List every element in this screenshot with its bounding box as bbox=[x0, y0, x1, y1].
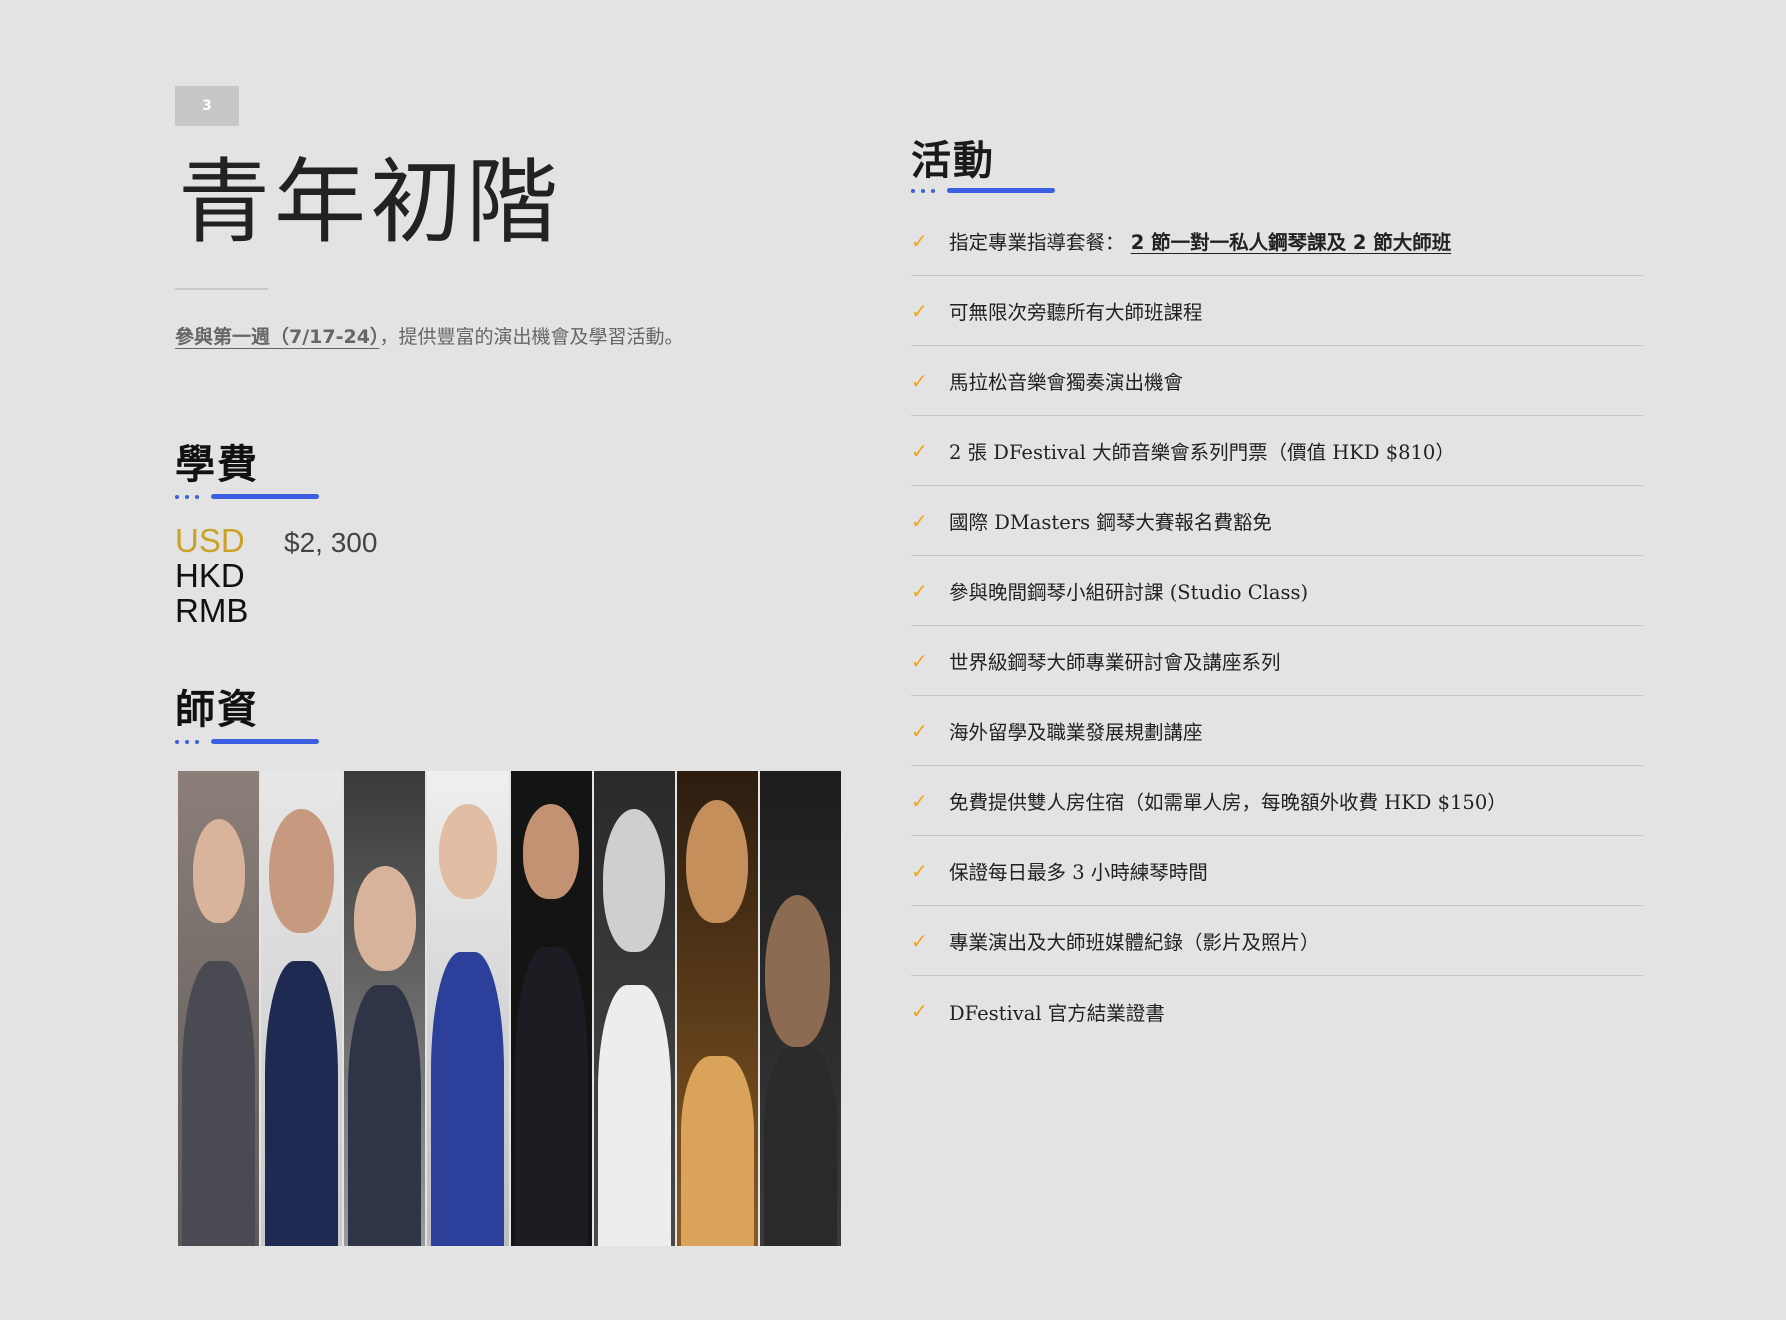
fee-row-rmb: RMB bbox=[175, 592, 377, 629]
list-item: ✓ 2 張 DFestival 大師音樂會系列門票（價值 HKD $810） bbox=[911, 416, 1643, 486]
faculty-portrait-6 bbox=[593, 771, 675, 1246]
list-item: ✓ 世界級鋼琴大師專業研討會及講座系列 bbox=[911, 626, 1643, 696]
list-item: ✓ 馬拉松音樂會獨奏演出機會 bbox=[911, 346, 1643, 416]
activity-text: 2 張 DFestival 大師音樂會系列門票（價值 HKD $810） bbox=[949, 441, 1455, 464]
activity-text: 專業演出及大師班媒體紀錄（影片及照片） bbox=[949, 931, 1320, 954]
faculty-portrait-8 bbox=[759, 771, 841, 1246]
list-item: ✓ 可無限次旁聽所有大師班課程 bbox=[911, 276, 1643, 346]
activity-text: 海外留學及職業發展規劃講座 bbox=[949, 721, 1203, 744]
list-item: ✓ 參與晚間鋼琴小組研討課 (Studio Class) bbox=[911, 556, 1643, 626]
subtitle-text: ，提供豐富的演出機會及學習活動。 bbox=[379, 326, 684, 348]
currency-usd: USD bbox=[175, 522, 245, 559]
activity-text: 指定專業指導套餐： 2 節一對一私人鋼琴課及 2 節大師班 bbox=[949, 231, 1452, 254]
list-item: ✓ 國際 DMasters 鋼琴大賽報名費豁免 bbox=[911, 486, 1643, 556]
fee-table: USD $2, 300 HKD RMB bbox=[175, 522, 378, 629]
week-link[interactable]: 參與第一週（7/17-24） bbox=[175, 326, 379, 348]
check-icon: ✓ bbox=[911, 648, 928, 673]
activities-heading-underline bbox=[911, 188, 1055, 194]
activity-text: 保證每日最多 3 小時練琴時間 bbox=[949, 861, 1208, 884]
faculty-portrait-4 bbox=[427, 771, 509, 1246]
check-icon: ✓ bbox=[911, 508, 928, 533]
list-item: ✓ 免費提供雙人房住宿（如需單人房，每晚額外收費 HKD $150） bbox=[911, 766, 1643, 836]
faculty-heading-underline bbox=[175, 739, 319, 745]
activity-text: 國際 DMasters 鋼琴大賽報名費豁免 bbox=[949, 511, 1272, 534]
faculty-heading: 師資 bbox=[175, 687, 259, 733]
fee-row-hkd: HKD bbox=[175, 557, 377, 594]
page-number-badge: 3 bbox=[175, 86, 239, 126]
check-icon: ✓ bbox=[911, 228, 928, 253]
page-title: 青年初階 bbox=[178, 149, 563, 256]
faculty-portraits bbox=[178, 771, 841, 1246]
activity-text: 參與晚間鋼琴小組研討課 (Studio Class) bbox=[949, 581, 1309, 604]
activity-text: 馬拉松音樂會獨奏演出機會 bbox=[949, 371, 1184, 394]
activity-text: 免費提供雙人房住宿（如需單人房，每晚額外收費 HKD $150） bbox=[949, 791, 1507, 814]
faculty-portrait-7 bbox=[676, 771, 758, 1246]
faculty-portrait-2 bbox=[261, 771, 343, 1246]
faculty-portrait-5 bbox=[510, 771, 592, 1246]
check-icon: ✓ bbox=[911, 368, 928, 393]
check-icon: ✓ bbox=[911, 999, 928, 1023]
fee-row-usd: USD $2, 300 bbox=[175, 522, 378, 559]
check-icon: ✓ bbox=[911, 578, 928, 603]
check-icon: ✓ bbox=[911, 298, 928, 323]
faculty-portrait-1 bbox=[178, 771, 260, 1246]
fees-heading-underline bbox=[175, 494, 319, 500]
check-icon: ✓ bbox=[911, 788, 928, 813]
list-item: ✓ 專業演出及大師班媒體紀錄（影片及照片） bbox=[911, 906, 1643, 976]
title-divider bbox=[175, 288, 268, 290]
list-item: ✓ DFestival 官方結業證書 bbox=[911, 976, 1643, 1046]
faculty-portrait-3 bbox=[344, 771, 426, 1246]
activity-text: 可無限次旁聽所有大師班課程 bbox=[949, 301, 1203, 324]
amount-usd: $2, 300 bbox=[284, 527, 378, 558]
activities-heading: 活動 bbox=[911, 138, 995, 184]
activities-list: ✓ 指定專業指導套餐： 2 節一對一私人鋼琴課及 2 節大師班 ✓ 可無限次旁聽… bbox=[911, 206, 1643, 1046]
list-item: ✓ 海外留學及職業發展規劃講座 bbox=[911, 696, 1643, 766]
list-item: ✓ 指定專業指導套餐： 2 節一對一私人鋼琴課及 2 節大師班 bbox=[911, 206, 1643, 276]
activity-text: DFestival 官方結業證書 bbox=[949, 1001, 1165, 1025]
activity-text: 世界級鋼琴大師專業研討會及講座系列 bbox=[949, 651, 1281, 674]
check-icon: ✓ bbox=[911, 438, 928, 463]
currency-rmb: RMB bbox=[175, 592, 249, 629]
list-item: ✓ 保證每日最多 3 小時練琴時間 bbox=[911, 836, 1643, 906]
fees-heading: 學費 bbox=[175, 442, 259, 488]
check-icon: ✓ bbox=[911, 928, 928, 953]
package-link[interactable]: 2 節一對一私人鋼琴課及 2 節大師班 bbox=[1131, 231, 1452, 254]
currency-hkd: HKD bbox=[175, 557, 245, 594]
check-icon: ✓ bbox=[911, 858, 928, 883]
page-subtitle: 參與第一週（7/17-24），提供豐富的演出機會及學習活動。 bbox=[175, 322, 683, 349]
check-icon: ✓ bbox=[911, 718, 928, 743]
